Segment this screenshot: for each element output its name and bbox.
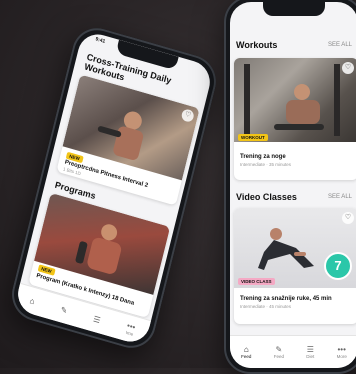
diet-icon: ☰ [92,313,102,325]
home-icon: ⌂ [243,345,249,354]
video-card[interactable]: ♡ 7 VIDEO CLASS Trening za snažnije ruke… [234,208,356,324]
favorite-icon[interactable]: ♡ [342,212,354,224]
video-class-badge: VIDEO CLASS [238,278,275,285]
tab-more[interactable]: ••• Ime [125,321,136,337]
feed-icon: ✎ [59,304,69,316]
notch [263,2,325,16]
video-see-all-link[interactable]: SEE ALL [328,194,352,200]
video-classes-title: Video Classes [236,192,297,202]
athlete-image [244,64,340,136]
card-subtitle: Intermediate · 45 minutes [240,304,292,309]
tab-diet[interactable]: ☰ [92,314,101,325]
right-phone: Workouts SEE ALL ♡ WORKOUT Trening za no… [224,0,356,374]
card-subtitle: Intermediate · 35 minutes [240,162,292,167]
feed-icon: ✎ [275,345,283,354]
workout-card[interactable]: ♡ WORKOUT Trening za noge Intermediate ·… [234,58,356,180]
workout-photo [234,58,356,142]
tab-bar: ⌂ Feed ✎ Feed ☰ Diet ••• More [230,335,356,368]
right-phone-screen: Workouts SEE ALL ♡ WORKOUT Trening za no… [230,2,356,368]
left-phone-screen: 9:41 Cross-Training Daily Workouts ♡ NEW… [13,29,215,347]
favorite-icon[interactable]: ♡ [342,62,354,74]
tab-feed[interactable]: ⌂ Feed [241,345,251,359]
tab-home[interactable]: ⌂ [29,296,36,306]
card-title: Trening za noge [240,154,286,160]
more-icon: ••• [337,345,346,354]
workouts-see-all-link[interactable]: SEE ALL [328,42,352,48]
score-circle: 7 [324,252,352,280]
tab-more[interactable]: ••• More [337,345,347,359]
workouts-title: Workouts [236,40,278,50]
workout-badge: WORKOUT [238,134,268,141]
diet-icon: ☰ [306,345,314,354]
card-title: Trening za snažnije ruke, 45 min [240,296,332,302]
tab-diet[interactable]: ☰ Diet [306,345,314,359]
status-time: 9:41 [94,36,106,45]
left-phone: 9:41 Cross-Training Daily Workouts ♡ NEW… [6,22,222,354]
tab-feed-2[interactable]: ✎ Feed [274,345,284,359]
tab-feed[interactable]: ✎ [60,305,69,316]
home-icon: ⌂ [28,295,36,306]
